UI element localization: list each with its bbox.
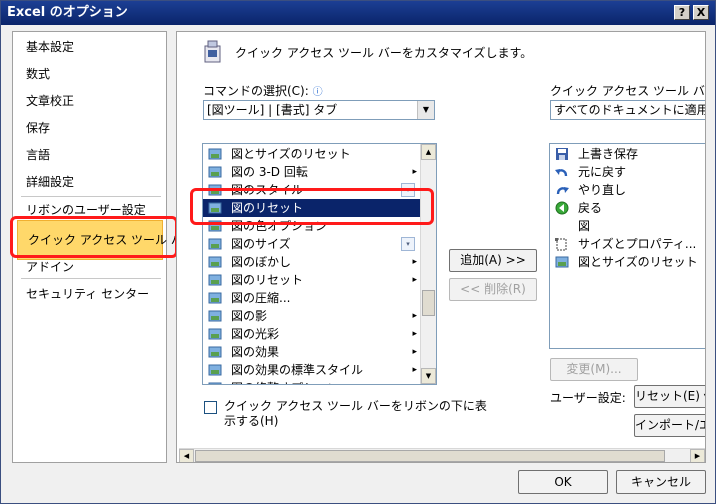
qat-item[interactable]: やり直し [550, 181, 705, 199]
command-label: 図のサイズ [231, 237, 291, 251]
nav-item-addins[interactable]: アドイン [26, 257, 74, 277]
command-label: 図の 3-D 回転 [231, 165, 308, 179]
qat-item-label: 上書き保存 [578, 147, 639, 161]
close-button[interactable]: X [693, 5, 709, 20]
scroll-down-button[interactable]: ▼ [421, 368, 436, 384]
nav-item-general[interactable]: 基本設定 [26, 37, 74, 57]
submenu-arrow-icon: ▸ [412, 257, 417, 267]
qat-item-label: 元に戻す [578, 165, 627, 179]
highlight-annotation [190, 188, 434, 225]
submenu-arrow-icon: ▸ [412, 365, 417, 375]
help-button[interactable]: ? [674, 5, 690, 20]
scroll-up-button[interactable]: ▲ [421, 144, 436, 160]
submenu-arrow-icon: ▸ [412, 167, 417, 177]
ok-button[interactable]: OK [518, 470, 608, 494]
choose-commands-label: コマンドの選択(C): ⓘ [203, 84, 323, 98]
nav-item-proofing[interactable]: 文章校正 [26, 91, 74, 111]
show-below-ribbon-checkbox[interactable] [204, 401, 217, 414]
info-icon: ⓘ [312, 87, 323, 98]
command-item[interactable]: 図の影 ▸ [203, 307, 421, 325]
commands-scrollbar[interactable]: ▲ ▼ [420, 144, 436, 384]
modify-button[interactable]: 変更(M)... [550, 358, 638, 381]
nav-item-save[interactable]: 保存 [26, 118, 50, 138]
nav-item-advanced[interactable]: 詳細設定 [26, 172, 74, 192]
command-label: 図とサイズのリセット [231, 147, 351, 161]
command-item[interactable]: 図の修整オプション [203, 379, 421, 384]
scroll-right-button[interactable]: ▶ [690, 449, 705, 462]
qat-item[interactable]: 戻る [550, 199, 705, 217]
chevron-down-icon: ▾ [401, 237, 415, 251]
import-export-button[interactable]: インポート/エク [634, 414, 705, 437]
excel-options-dialog: Excel のオプション ? X 基本設定 数式 文章校正 保存 言語 詳細設定… [0, 0, 716, 504]
qat-item[interactable]: 図とサイズのリセット [550, 253, 705, 271]
panel-header: クイック アクセス ツール バーをカスタマイズします。 [235, 46, 533, 60]
command-label: 図の圧縮... [231, 291, 291, 305]
submenu-arrow-icon: ▸ [412, 275, 417, 285]
qat-item[interactable]: 上書き保存 [550, 145, 705, 163]
qat-item-label: 戻る [578, 201, 603, 215]
command-item[interactable]: 図の 3-D 回転 ▸ [203, 163, 421, 181]
choose-commands-select[interactable]: [図ツール] | [書式] タブ ▼ [203, 100, 435, 120]
qat-commands-list[interactable]: 上書き保存元に戻すやり直し戻る図サイズとプロパティ... 図とサイズのリセット [549, 143, 705, 349]
command-label: 図の効果の標準スタイル [231, 363, 364, 377]
command-item[interactable]: 図の効果の標準スタイル ▸ [203, 361, 421, 379]
command-label: 図の光彩 [231, 327, 280, 341]
cancel-button[interactable]: キャンセル [616, 470, 706, 494]
submenu-arrow-icon: ▸ [412, 347, 417, 357]
nav-item-language[interactable]: 言語 [26, 145, 50, 165]
command-label: 図のリセット [231, 273, 304, 287]
submenu-arrow-icon: ▸ [412, 311, 417, 321]
nav-divider [21, 196, 161, 197]
command-item[interactable]: 図のぼかし ▸ [203, 253, 421, 271]
commands-list[interactable]: 図とサイズのリセット 図の 3-D 回転 ▸ 図のスタイル ▾ 図のリセット 図の色オプショ… [202, 143, 437, 385]
nav-item-trust-center[interactable]: セキュリティ センター [26, 284, 149, 304]
horizontal-scroll-thumb[interactable] [195, 450, 665, 462]
command-label: 図のぼかし [231, 255, 292, 269]
reset-button[interactable]: リセット(E) ▾ [634, 385, 705, 408]
user-settings-label: ユーザー設定: [550, 391, 626, 405]
customize-qat-select[interactable]: すべてのドキュメントに適用 (既定 [550, 100, 705, 120]
window-title: Excel のオプション [7, 5, 128, 20]
horizontal-scrollbar[interactable]: ◀ ▶ [179, 448, 705, 462]
qat-item-label: やり直し [578, 183, 627, 197]
qat-item[interactable]: 図 [550, 217, 705, 235]
qat-item-label: 図 [578, 219, 591, 233]
remove-button[interactable]: << 削除(R) [449, 278, 537, 301]
nav-divider [21, 278, 161, 279]
command-item[interactable]: 図のサイズ ▾ [203, 235, 421, 253]
title-bar: Excel のオプション [1, 1, 715, 25]
command-item[interactable]: 図のリセット ▸ [203, 271, 421, 289]
command-label: 図の効果 [231, 345, 280, 359]
chevron-down-icon: ▼ [417, 101, 434, 119]
qat-panel: クイック アクセス ツール バーをカスタマイズします。 コマンドの選択(C): … [176, 31, 706, 463]
command-label: 図の修整オプション [231, 379, 339, 384]
nav-item-formulas[interactable]: 数式 [26, 64, 50, 84]
quick-access-toolbar-icon [204, 40, 221, 63]
command-item[interactable]: 図の光彩 ▸ [203, 325, 421, 343]
show-below-ribbon-label: クイック アクセス ツール バーをリボンの下に表 示する(H) [224, 399, 487, 428]
submenu-arrow-icon: ▸ [412, 329, 417, 339]
qat-item-label: 図とサイズのリセット [578, 255, 698, 269]
scroll-thumb[interactable] [422, 290, 435, 316]
command-item[interactable]: 図とサイズのリセット [203, 145, 421, 163]
command-item[interactable]: 図の効果 ▸ [203, 343, 421, 361]
command-item[interactable]: 図の圧縮... [203, 289, 421, 307]
qat-item[interactable]: 元に戻す [550, 163, 705, 181]
qat-item-label: サイズとプロパティ... [578, 237, 697, 251]
customize-qat-label: クイック アクセス ツール バーのユー [550, 84, 705, 98]
command-label: 図の影 [231, 309, 268, 323]
add-button[interactable]: 追加(A) >> [449, 249, 537, 272]
highlight-annotation [10, 216, 178, 258]
scroll-left-button[interactable]: ◀ [179, 449, 194, 462]
qat-item[interactable]: サイズとプロパティ... [550, 235, 705, 253]
